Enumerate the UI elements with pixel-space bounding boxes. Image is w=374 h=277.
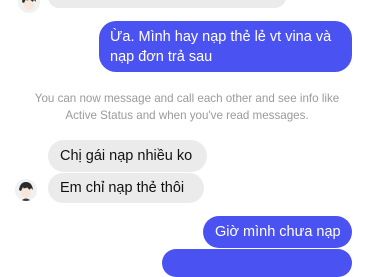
- outgoing-message-line: nạp đơn trả sau: [110, 49, 213, 65]
- outgoing-message-bubble-partial[interactable]: [162, 249, 352, 277]
- incoming-message-text: Chị gái nạp nhiều ko: [60, 148, 193, 164]
- outgoing-message-line: Ừa. Mình hay nạp thẻ lẻ vt vina và: [110, 29, 332, 45]
- contact-avatar-top[interactable]: [18, 0, 40, 13]
- system-notice-line: Active Status and when you've read messa…: [65, 109, 309, 122]
- chat-thread: Ừa. Mình hay nạp thẻ lẻ vt vina và nạp đ…: [0, 0, 374, 277]
- incoming-message-text: Em chỉ nạp thẻ thôi: [60, 180, 185, 196]
- outgoing-message-bubble[interactable]: Ừa. Mình hay nạp thẻ lẻ vt vina và nạp đ…: [99, 21, 352, 72]
- system-notice-line: You can now message and call each other …: [34, 92, 340, 105]
- contact-avatar[interactable]: [15, 179, 37, 201]
- connection-system-notice: You can now message and call each other …: [0, 90, 374, 124]
- outgoing-message-text: Giờ mình chưa nạp: [215, 224, 341, 240]
- outgoing-message-bubble[interactable]: Giờ mình chưa nạp: [203, 216, 352, 248]
- incoming-message-bubble[interactable]: Chị gái nạp nhiều ko: [48, 140, 207, 172]
- anime-boy-avatar-icon: [15, 179, 37, 201]
- incoming-message-bubble-partial[interactable]: [48, 0, 286, 8]
- anime-boy-avatar-icon: [18, 0, 40, 13]
- incoming-message-bubble[interactable]: Em chỉ nạp thẻ thôi: [48, 173, 204, 203]
